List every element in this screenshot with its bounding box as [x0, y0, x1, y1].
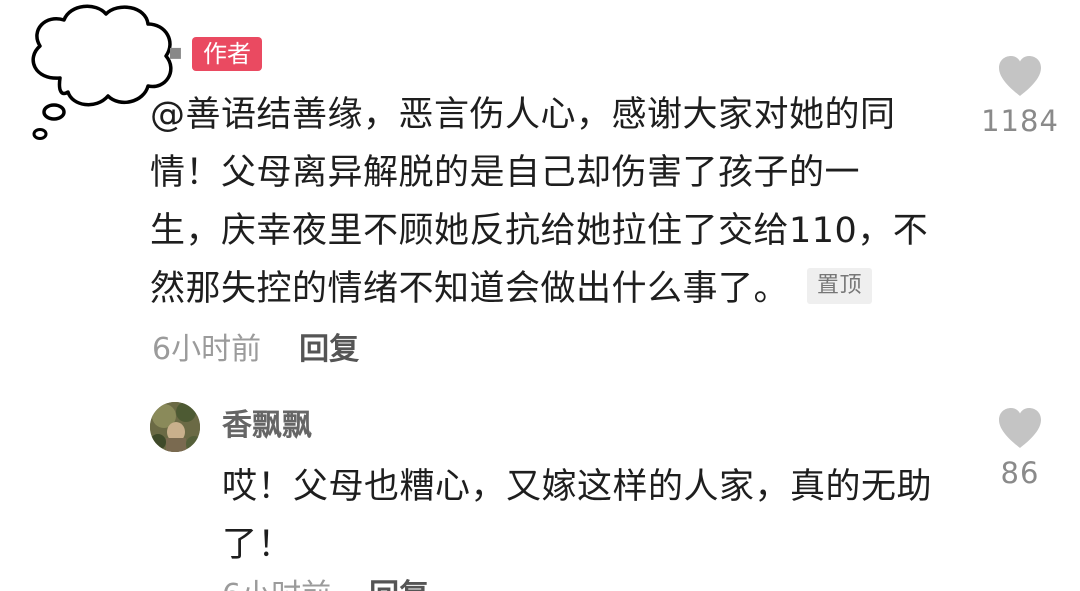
main-username-fragment: ▪ [168, 40, 183, 65]
reply-button[interactable]: 回复 [299, 332, 359, 367]
comment-line: @善语结善缘，恶言伤人心，感谢大家对她的同 [150, 95, 896, 135]
main-like-control[interactable]: 1184 [965, 54, 1075, 138]
author-badge: 作者 [192, 37, 262, 71]
reply-like-control[interactable]: 86 [965, 406, 1075, 490]
comment-line: 情！父母离异解脱的是自己却伤害了孩子的一 [150, 153, 861, 193]
reply-user-avatar[interactable] [150, 402, 200, 452]
comment-line: 了！ [222, 525, 294, 565]
pinned-tag: 置顶 [807, 268, 873, 304]
heart-icon[interactable] [996, 54, 1044, 98]
reply-username[interactable]: 香飘飘 [222, 404, 312, 448]
reply-comment-text: 哎！父母也糟心，又嫁这样的人家，真的无助 了！ [222, 458, 982, 574]
like-count: 86 [1000, 456, 1040, 490]
main-comment-text: @善语结善缘，恶言伤人心，感谢大家对她的同 情！父母离异解脱的是自己却伤害了孩子… [150, 86, 970, 318]
comment-thread: ▪ 作者 @善语结善缘，恶言伤人心，感谢大家对她的同 情！父母离异解脱的是自己却… [0, 0, 1080, 591]
comment-line-text: 然那失控的情绪不知道会做出什么事了。 [150, 269, 790, 309]
comment-line: 生，庆幸夜里不顾她反抗给她拉住了交给110，不 [150, 211, 929, 251]
comment-line-last: 然那失控的情绪不知道会做出什么事了。 置顶 [150, 260, 970, 318]
reply-button[interactable]: 回复 [369, 578, 429, 591]
comment-timestamp: 6小时前 [222, 578, 331, 591]
main-comment-meta: 6小时前 回复 [152, 328, 359, 372]
avatar-photo [150, 402, 200, 452]
like-count: 1184 [981, 104, 1059, 138]
reply-comment-meta: 6小时前 回复 [222, 574, 429, 591]
comment-timestamp: 6小时前 [152, 332, 262, 367]
heart-icon[interactable] [996, 406, 1044, 450]
comment-line: 哎！父母也糟心，又嫁这样的人家，真的无助 [222, 467, 933, 507]
